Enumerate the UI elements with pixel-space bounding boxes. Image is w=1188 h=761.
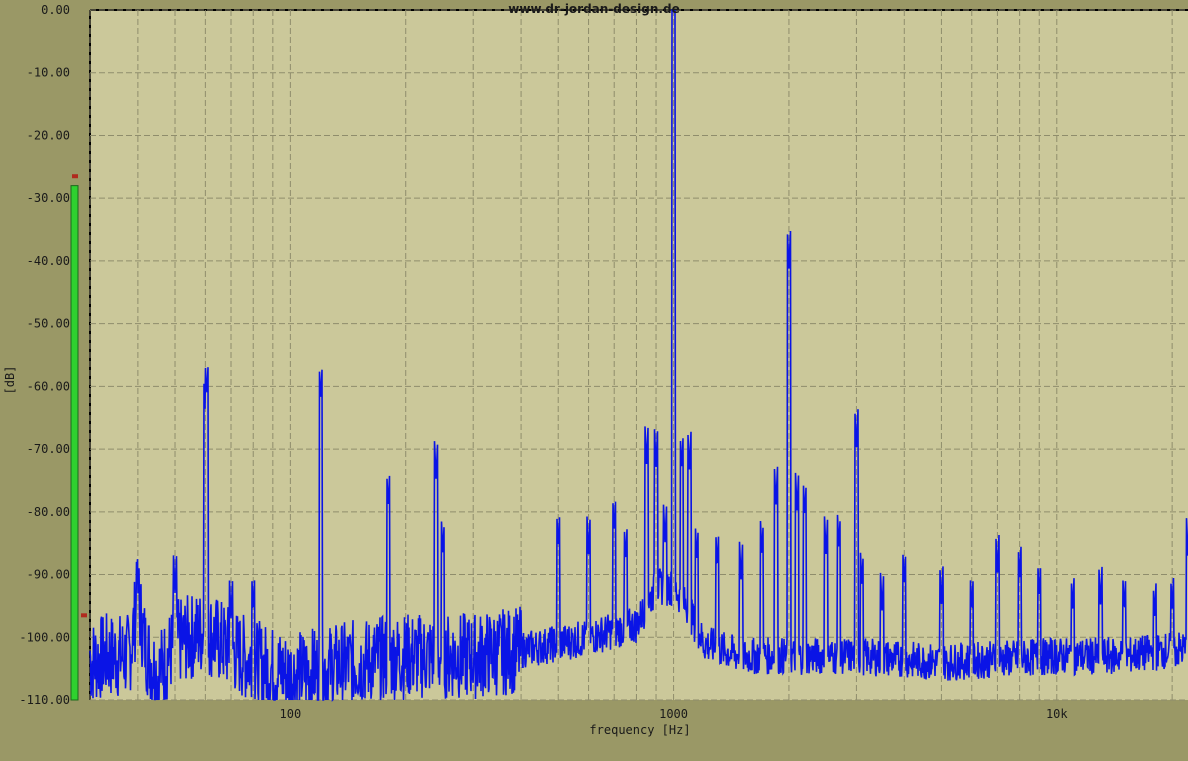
x-axis-label: frequency [Hz] [589,723,690,737]
y-tick-label: -50.00 [27,317,70,331]
watermark-text: www.dr-jordan-design.de [508,2,679,16]
y-axis-label: [dB] [3,366,17,395]
y-tick-label: 0.00 [41,3,70,17]
y-tick-label: -40.00 [27,254,70,268]
y-tick-label: -80.00 [27,505,70,519]
y-tick-label: -30.00 [27,191,70,205]
y-tick-label: -60.00 [27,379,70,393]
y-tick-label: -20.00 [27,128,70,142]
y-tick-label: -100.00 [19,630,70,644]
spectrum-analyzer-view: 0.00 -10.00 -20.00 -30.00 -40.00 -50.00 -60.00… [0,0,1188,761]
x-tick-label: 1000 [659,707,688,721]
level-meter-low-marker [81,613,87,618]
y-tick-label: -110.00 [19,693,70,707]
level-meter-peak-marker [72,174,78,179]
level-meter-bar [70,185,79,701]
spectrum-chart: 0.00 -10.00 -20.00 -30.00 -40.00 -50.00 -60.00… [0,0,1188,761]
y-tick-label: -90.00 [27,568,70,582]
x-tick-label: 100 [280,707,302,721]
x-tick-label: 10k [1046,707,1068,721]
y-tick-label: -10.00 [27,66,70,80]
y-tick-label: -70.00 [27,442,70,456]
